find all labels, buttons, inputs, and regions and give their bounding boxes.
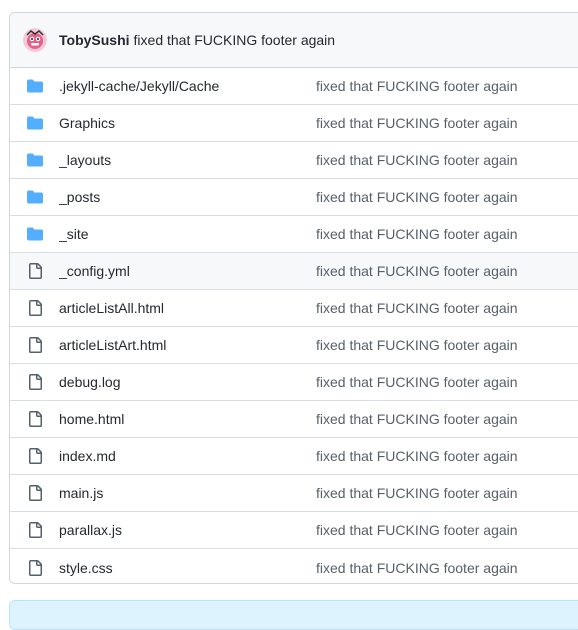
file-commit-message-link[interactable]: fixed that FUCKING footer again <box>316 115 518 131</box>
folder-name-link[interactable]: .jekyll-cache/Jekyll/Cache <box>59 78 316 94</box>
file-name-link[interactable]: home.html <box>59 411 316 427</box>
file-row[interactable]: articleListAll.html fixed that FUCKING fo… <box>10 290 578 327</box>
file-row[interactable]: index.md fixed that FUCKING footer again <box>10 438 578 475</box>
file-commit-message-link[interactable]: fixed that FUCKING footer again <box>316 448 518 464</box>
commit-message-link[interactable]: fixed that FUCKING footer again <box>134 32 336 48</box>
file-row[interactable]: _posts fixed that FUCKING footer again <box>10 179 578 216</box>
file-commit-message-link[interactable]: fixed that FUCKING footer again <box>316 560 518 576</box>
file-commit-message-link[interactable]: fixed that FUCKING footer again <box>316 522 518 538</box>
file-commit-message-link[interactable]: fixed that FUCKING footer again <box>316 152 518 168</box>
file-row[interactable]: debug.log fixed that FUCKING footer again <box>10 364 578 401</box>
file-name-link[interactable]: style.css <box>59 560 316 576</box>
file-row[interactable]: main.js fixed that FUCKING footer again <box>10 475 578 512</box>
folder-icon <box>27 78 43 94</box>
folder-name-link[interactable]: _site <box>59 226 316 242</box>
file-commit-message-link[interactable]: fixed that FUCKING footer again <box>316 300 518 316</box>
latest-commit-header: TobySushi fixed that FUCKING footer agai… <box>10 13 578 68</box>
file-row[interactable]: .jekyll-cache/Jekyll/Cache fixed that FUC… <box>10 68 578 105</box>
file-name-link[interactable]: articleListAll.html <box>59 300 316 316</box>
file-icon <box>27 522 43 538</box>
file-row[interactable]: _layouts fixed that FUCKING footer again <box>10 142 578 179</box>
file-name-link[interactable]: articleListArt.html <box>59 337 316 353</box>
file-row[interactable]: parallax.js fixed that FUCKING footer aga… <box>10 512 578 549</box>
file-commit-message-link[interactable]: fixed that FUCKING footer again <box>316 485 518 501</box>
file-icon <box>27 448 43 464</box>
folder-icon <box>27 115 43 131</box>
file-row[interactable]: _site fixed that FUCKING footer again <box>10 216 578 253</box>
repo-file-list: TobySushi fixed that FUCKING footer agai… <box>9 12 578 584</box>
file-icon <box>27 300 43 316</box>
file-name-link[interactable]: index.md <box>59 448 316 464</box>
file-commit-message-link[interactable]: fixed that FUCKING footer again <box>316 189 518 205</box>
folder-name-link[interactable]: Graphics <box>59 115 316 131</box>
file-name-link[interactable]: main.js <box>59 485 316 501</box>
file-name-link[interactable]: parallax.js <box>59 522 316 538</box>
file-row[interactable]: home.html fixed that FUCKING footer again <box>10 401 578 438</box>
file-row[interactable]: _config.yml fixed that FUCKING footer aga… <box>10 253 578 290</box>
folder-icon <box>27 189 43 205</box>
readme-banner <box>9 600 578 630</box>
file-name-link[interactable]: debug.log <box>59 374 316 390</box>
file-rows: .jekyll-cache/Jekyll/Cache fixed that FUC… <box>10 68 578 583</box>
file-commit-message-link[interactable]: fixed that FUCKING footer again <box>316 374 518 390</box>
folder-name-link[interactable]: _posts <box>59 189 316 205</box>
file-icon <box>27 337 43 353</box>
file-commit-message-link[interactable]: fixed that FUCKING footer again <box>316 411 518 427</box>
file-row[interactable]: Graphics fixed that FUCKING footer again <box>10 105 578 142</box>
folder-name-link[interactable]: _layouts <box>59 152 316 168</box>
author-avatar[interactable] <box>23 28 47 52</box>
folder-icon <box>27 152 43 168</box>
file-commit-message-link[interactable]: fixed that FUCKING footer again <box>316 78 518 94</box>
file-icon <box>27 485 43 501</box>
file-icon <box>27 263 43 279</box>
file-name-link[interactable]: _config.yml <box>59 263 316 279</box>
file-commit-message-link[interactable]: fixed that FUCKING footer again <box>316 226 518 242</box>
file-row[interactable]: style.css fixed that FUCKING footer again <box>10 549 578 583</box>
file-row[interactable]: articleListArt.html fixed that FUCKING fo… <box>10 327 578 364</box>
commit-author-link[interactable]: TobySushi <box>59 32 130 48</box>
folder-icon <box>27 226 43 242</box>
file-commit-message-link[interactable]: fixed that FUCKING footer again <box>316 337 518 353</box>
file-icon <box>27 411 43 427</box>
file-commit-message-link[interactable]: fixed that FUCKING footer again <box>316 263 518 279</box>
file-icon <box>27 559 43 576</box>
file-icon <box>27 374 43 390</box>
